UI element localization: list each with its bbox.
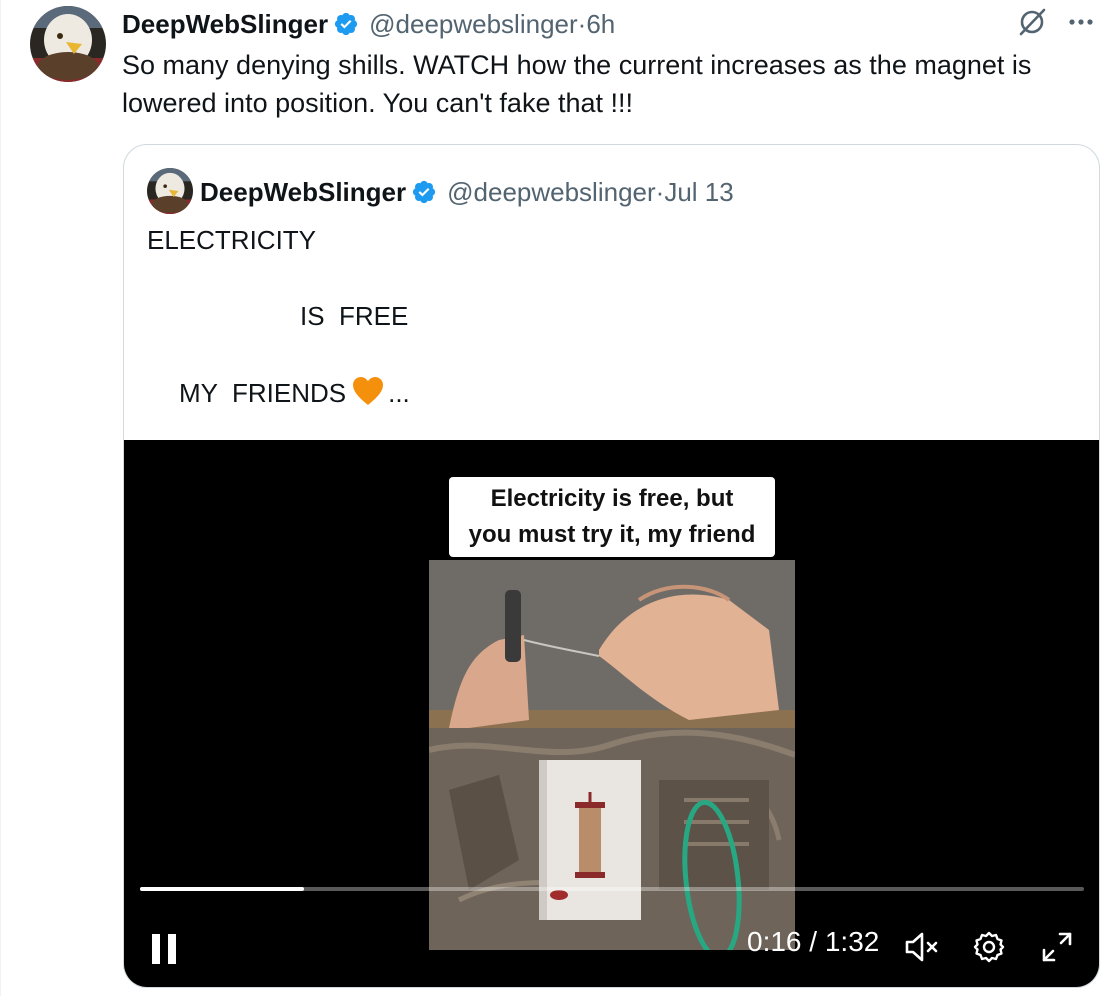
quoted-author-avatar[interactable] [147, 168, 193, 214]
quoted-text-line-3: MY FRIENDS... [179, 376, 410, 409]
verified-badge-icon[interactable] [333, 11, 359, 37]
video-frame [429, 560, 795, 950]
grok-icon[interactable] [1017, 7, 1047, 37]
quoted-text-line-2: IS FREE [300, 301, 409, 331]
quoted-text-ellipsis: ... [388, 378, 410, 408]
fullscreen-icon[interactable] [1040, 930, 1074, 964]
video-caption: Electricity is free, but you must try it… [449, 477, 775, 557]
tweet-time[interactable]: 6h [586, 9, 615, 40]
timeline-border [0, 0, 1, 996]
video-time-separator: / [801, 926, 825, 957]
verified-badge-icon[interactable] [411, 179, 437, 205]
settings-icon[interactable] [972, 930, 1006, 964]
quoted-text-line-1: ELECTRICITY [147, 225, 317, 255]
video-time: 0:16 / 1:32 [747, 926, 879, 958]
more-icon[interactable] [1069, 18, 1093, 26]
quoted-tweet-header: DeepWebSlinger @deepwebslinger · Jul 13 [200, 174, 734, 210]
video-player[interactable]: Electricity is free, but you must try it… [124, 440, 1099, 987]
mute-icon[interactable] [904, 930, 942, 964]
pause-icon[interactable] [150, 932, 180, 966]
author-handle[interactable]: @deepwebslinger [369, 9, 578, 40]
quoted-tweet-date[interactable]: Jul 13 [664, 177, 733, 208]
video-caption-line-1: Electricity is free, but [490, 485, 734, 512]
video-progress-fill[interactable] [140, 887, 305, 891]
video-current-time: 0:16 [747, 926, 802, 957]
tweet-actions [1017, 7, 1093, 37]
separator-dot: · [655, 176, 665, 207]
author-avatar[interactable] [30, 6, 106, 82]
video-caption-line-2: you must try it, my friend [468, 521, 756, 548]
tweet-header: DeepWebSlinger @deepwebslinger · 6h [122, 6, 615, 42]
author-name[interactable]: DeepWebSlinger [122, 9, 328, 40]
orange-heart-icon [353, 377, 384, 405]
separator-dot: · [577, 8, 587, 39]
video-duration: 1:32 [824, 926, 880, 957]
quoted-text-line-3-label: MY FRIENDS [179, 378, 347, 408]
quoted-tweet-card[interactable]: DeepWebSlinger @deepwebslinger · Jul 13 … [123, 144, 1100, 988]
tweet-text: So many denying shills. WATCH how the cu… [122, 50, 1032, 118]
quoted-author-handle[interactable]: @deepwebslinger [447, 177, 656, 208]
quoted-author-name[interactable]: DeepWebSlinger [200, 177, 406, 208]
